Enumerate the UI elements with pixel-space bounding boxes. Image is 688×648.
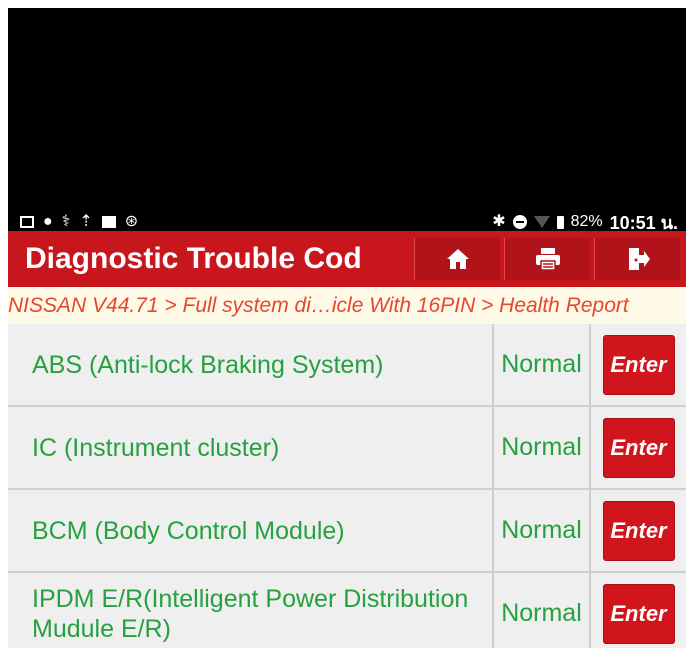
page-title: Diagnostic Trouble Cod <box>25 242 362 275</box>
black-area <box>8 8 686 204</box>
system-status: Normal <box>494 573 591 648</box>
list-item: IC (Instrument cluster) Normal Enter <box>8 407 686 490</box>
action-cell: Enter <box>591 573 686 648</box>
list-item: BCM (Body Control Module) Normal Enter <box>8 490 686 573</box>
list-item: IPDM E/R(Intelligent Power Distribution … <box>8 573 686 648</box>
enter-button[interactable]: Enter <box>602 417 675 478</box>
notification-icons: ● ⚕ ⇡ ⊛ <box>20 214 138 230</box>
breadcrumb: NISSAN V44.71 > Full system di…icle With… <box>8 287 686 324</box>
breadcrumb-text: NISSAN V44.71 > Full system di…icle With… <box>8 293 629 317</box>
print-button[interactable] <box>504 238 590 280</box>
system-status: Normal <box>494 490 591 571</box>
image-icon <box>101 216 116 228</box>
action-cell: Enter <box>591 490 686 571</box>
usb-debug-icon: ⚕ <box>61 213 71 230</box>
signal-icon <box>533 216 550 228</box>
enter-button[interactable]: Enter <box>602 583 675 644</box>
do-not-disturb-icon <box>512 215 527 229</box>
home-button[interactable] <box>414 238 500 280</box>
gmail-icon <box>20 216 34 228</box>
system-name: IC (Instrument cluster) <box>8 407 494 488</box>
bluetooth-icon: ✱ <box>492 213 506 230</box>
system-name: IPDM E/R(Intelligent Power Distribution … <box>8 573 494 648</box>
chat-icon: ● <box>43 213 53 230</box>
upload-icon: ⇡ <box>79 213 93 230</box>
enter-button[interactable]: Enter <box>602 334 675 395</box>
battery-icon <box>556 215 564 229</box>
action-cell: Enter <box>591 407 686 488</box>
system-name: BCM (Body Control Module) <box>8 490 494 571</box>
app-frame: ● ⚕ ⇡ ⊛ ✱ 82% 10:51 น. Diagnostic Troubl… <box>8 8 686 648</box>
battery-level: 82% <box>570 213 603 230</box>
bluetooth-scan-icon: ⊛ <box>124 213 139 230</box>
system-status: Normal <box>494 324 591 405</box>
enter-button[interactable]: Enter <box>602 500 675 561</box>
home-icon <box>446 249 469 269</box>
action-cell: Enter <box>591 324 686 405</box>
exit-button[interactable] <box>594 238 680 280</box>
system-status: Normal <box>494 407 591 488</box>
system-list: ABS (Anti-lock Braking System) Normal En… <box>8 324 686 648</box>
title-bar: Diagnostic Trouble Cod <box>8 231 686 287</box>
exit-icon <box>628 248 650 270</box>
print-icon <box>535 248 560 271</box>
list-item: ABS (Anti-lock Braking System) Normal En… <box>8 324 686 407</box>
system-name: ABS (Anti-lock Braking System) <box>8 324 494 405</box>
